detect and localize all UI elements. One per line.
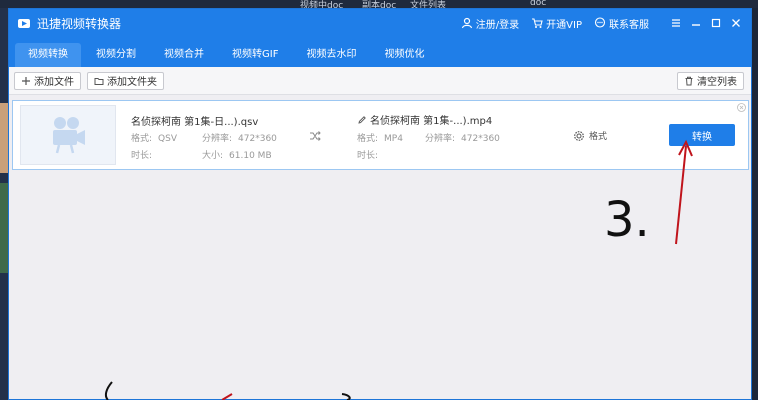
cart-icon [532,18,543,28]
source-duration: 时长: [131,148,158,161]
resolution-value: 472*360 [238,134,277,144]
tab-video-convert[interactable]: 视频转换 [15,43,81,67]
menu-icon [672,19,680,27]
tab-remove-watermark[interactable]: 视频去水印 [293,43,369,67]
vip-label: 开通VIP [546,19,582,31]
tab-video-merge[interactable]: 视频合并 [151,43,217,67]
target-file-label: 名侦探柯南 第1集-...).mp4 [370,116,493,127]
add-folder-button[interactable]: 添加文件夹 [87,71,164,90]
remove-item-icon[interactable] [737,103,746,112]
source-format: 格式: QSV [131,131,177,144]
trash-icon [685,76,693,85]
format-settings-label: 格式 [589,132,608,142]
size-value: 61.10 MB [229,151,272,161]
vip-link[interactable]: 开通VIP [531,16,582,31]
plus-icon [22,76,30,85]
login-label: 注册/登录 [475,19,520,31]
user-icon [461,17,472,29]
convert-arrow-icon [310,131,321,141]
app-logo-icon [18,19,30,28]
desktop-thumbnail [0,103,8,173]
file-list-item[interactable]: 名侦探柯南 第1集-日...).qsv 格式: QSV 分辨率: 472*360 时… [12,100,749,170]
desktop-background-left [0,8,8,400]
duration-label: 时长: [131,151,153,161]
desktop-taskbar-strip: 视频中doc 副本doc 文件列表 doc [0,0,758,11]
title-bar: 迅捷视频转换器 注册/登录 开通VIP 联系客服 [9,9,751,37]
support-label: 联系客服 [609,19,649,31]
login-link[interactable]: 注册/登录 [461,16,519,31]
gear-icon [574,130,584,141]
maximize-icon [711,18,721,28]
minimize-icon [692,24,700,26]
chat-icon [594,17,606,28]
format-value: QSV [158,134,178,144]
source-file-name: 名侦探柯南 第1集-日...).qsv [131,117,259,128]
desktop-thumbnail [0,183,8,273]
toolbar: 添加文件 添加文件夹 清空列表 [9,67,751,95]
video-thumbnail [20,105,116,165]
minimize-button[interactable] [689,16,703,30]
target-format: 格式: MP4 [357,131,403,144]
resolution-label: 分辨率: [202,134,233,144]
target-resolution: 分辨率: 472*360 [425,131,500,144]
app-window: 迅捷视频转换器 注册/登录 开通VIP 联系客服 视频转换 视频分割 视频合并 … [8,8,752,400]
menu-button[interactable] [669,16,683,30]
format-value: MP4 [384,134,403,144]
add-file-button[interactable]: 添加文件 [14,71,81,90]
folder-icon [94,77,104,85]
convert-button[interactable]: 转换 [669,124,735,146]
desktop-label: doc [530,0,547,8]
app-title: 迅捷视频转换器 [37,16,122,31]
format-settings-button[interactable]: 格式 [573,129,607,142]
duration-label: 时长: [357,151,379,161]
tab-video-split[interactable]: 视频分割 [83,43,149,67]
tab-video-optimize[interactable]: 视频优化 [371,43,437,67]
resolution-value: 472*360 [461,134,500,144]
maximize-button[interactable] [709,16,723,30]
add-folder-label: 添加文件夹 [107,77,157,88]
resolution-label: 分辨率: [425,134,456,144]
source-size: 大小: 61.10 MB [202,148,272,161]
desktop-background-right [752,8,758,400]
format-label: 格式: [357,134,379,144]
edit-pencil-icon [358,115,366,124]
function-tabs: 视频转换 视频分割 视频合并 视频转GIF 视频去水印 视频优化 [9,37,751,67]
source-resolution: 分辨率: 472*360 [202,131,277,144]
close-icon [732,19,740,27]
target-file-name[interactable]: 名侦探柯南 第1集-...).mp4 [357,112,492,127]
clear-list-label: 清空列表 [697,77,737,88]
close-button[interactable] [729,16,743,30]
add-file-label: 添加文件 [34,77,74,88]
clear-list-button[interactable]: 清空列表 [677,71,744,90]
target-duration: 时长: [357,148,384,161]
tab-video-to-gif[interactable]: 视频转GIF [219,43,291,67]
size-label: 大小: [202,151,224,161]
video-camera-icon [53,117,85,154]
support-link[interactable]: 联系客服 [594,16,649,31]
format-label: 格式: [131,134,153,144]
